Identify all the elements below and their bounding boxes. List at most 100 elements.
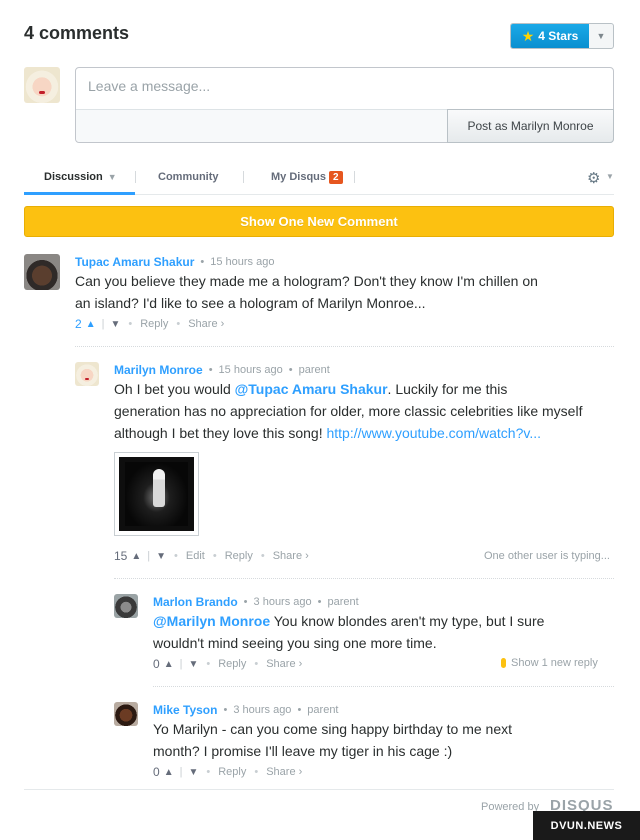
mention-link[interactable]: @Tupac Amaru Shakur <box>235 381 388 397</box>
message-input[interactable]: Leave a message... <box>88 78 210 94</box>
comment-actions: 0 ▲ | ▼ • Reply • Share › <box>153 657 303 671</box>
downvote-icon[interactable]: ▼ <box>156 551 166 562</box>
message-composer[interactable]: Leave a message... Post as Marilyn Monro… <box>75 67 614 143</box>
comment-line: an island? I'd like to see a hologram of… <box>75 295 426 311</box>
avatar[interactable] <box>24 254 60 290</box>
reply-link[interactable]: Reply <box>140 318 168 330</box>
video-frame <box>119 457 194 531</box>
chevron-down-icon: ▼ <box>107 172 117 182</box>
comment-divider <box>75 346 614 347</box>
share-link[interactable]: Share › <box>188 318 224 330</box>
stars-button[interactable]: ★ 4 Stars ▼ <box>510 23 614 49</box>
comment-meta: • 15 hours ago <box>200 256 275 268</box>
comment-body: Yo Marilyn - can you come sing happy bir… <box>153 718 613 762</box>
new-reply-label: Show 1 new reply <box>511 657 598 669</box>
share-link[interactable]: Share › <box>266 766 302 778</box>
downvote-icon[interactable]: ▼ <box>188 767 198 778</box>
comment-meta: • 3 hours ago • parent <box>223 704 339 716</box>
comment-time[interactable]: 3 hours ago <box>254 596 312 608</box>
footer-divider <box>24 789 614 790</box>
chevron-down-icon[interactable]: ▼ <box>589 24 613 48</box>
avatar[interactable] <box>114 702 138 726</box>
comment-line: month? I promise I'll leave my tiger in … <box>153 743 453 759</box>
stars-label: 4 Stars <box>538 29 579 43</box>
reply-link[interactable]: Reply <box>225 550 253 562</box>
vote-count: 0 <box>153 765 160 779</box>
tab-separator <box>135 171 136 183</box>
comment-body: @Marilyn Monroe You know blondes aren't … <box>153 610 613 654</box>
downvote-icon[interactable]: ▼ <box>188 659 198 670</box>
powered-by-label: Powered by <box>481 801 540 813</box>
comment-line: @Marilyn Monroe You know blondes aren't … <box>153 610 613 632</box>
comment-body: Can you believe they made me a hologram?… <box>75 270 595 314</box>
comment-actions: 2 ▲ | ▼ • Reply • Share › <box>75 317 225 331</box>
vote-count: 2 <box>75 317 82 331</box>
comment-actions: 15 ▲ | ▼ • Edit • Reply • Share › <box>114 549 309 563</box>
gear-icon[interactable]: ⚙ <box>587 169 600 187</box>
show-new-comment-button[interactable]: Show One New Comment <box>24 206 614 237</box>
tab-discussion-label: Discussion <box>44 171 103 183</box>
share-link[interactable]: Share › <box>266 658 302 670</box>
comment-line: Yo Marilyn - can you come sing happy bir… <box>153 721 513 737</box>
comment-divider <box>114 578 614 579</box>
comment-divider <box>153 686 614 687</box>
comment-author[interactable]: Tupac Amaru Shakur <box>75 255 194 269</box>
star-icon: ★ <box>521 28 535 44</box>
comment-line: although I bet they love this song! http… <box>114 422 614 444</box>
upvote-icon[interactable]: ▲ <box>164 659 174 670</box>
reply-link[interactable]: Reply <box>218 658 246 670</box>
comment-body: Oh I bet you would @Tupac Amaru Shakur. … <box>114 378 614 444</box>
comment-author[interactable]: Marilyn Monroe <box>114 363 203 377</box>
comment-text: Oh I bet you would <box>114 381 235 397</box>
mention-link[interactable]: @Marilyn Monroe <box>153 613 270 629</box>
watermark: DVUN.NEWS <box>533 811 640 840</box>
downvote-icon[interactable]: ▼ <box>110 319 120 330</box>
comment-author[interactable]: Marlon Brando <box>153 595 238 609</box>
video-thumbnail[interactable] <box>114 452 199 536</box>
vote-count: 0 <box>153 657 160 671</box>
upvote-icon[interactable]: ▲ <box>86 319 96 330</box>
comment-time[interactable]: 15 hours ago <box>219 364 283 376</box>
new-reply-indicator <box>501 658 506 668</box>
parent-link[interactable]: parent <box>328 596 359 608</box>
comment-time[interactable]: 15 hours ago <box>210 256 274 268</box>
edit-link[interactable]: Edit <box>186 550 205 562</box>
comment-meta: • 15 hours ago • parent <box>208 364 330 376</box>
tab-separator <box>354 171 355 183</box>
comment-author[interactable]: Mike Tyson <box>153 703 217 717</box>
active-tab-indicator <box>24 192 135 195</box>
share-link[interactable]: Share › <box>273 550 309 562</box>
comment-meta: • 3 hours ago • parent <box>243 596 359 608</box>
comment-line: wouldn't mind seeing you sing one more t… <box>153 635 437 651</box>
show-new-reply-link[interactable]: Show 1 new reply <box>501 657 598 669</box>
reply-link[interactable]: Reply <box>218 766 246 778</box>
comment-text: You know blondes aren't my type, but I s… <box>270 613 545 629</box>
comment-line: Can you believe they made me a hologram?… <box>75 273 538 289</box>
youtube-link[interactable]: http://www.youtube.com/watch?v... <box>326 425 541 441</box>
avatar[interactable] <box>75 362 99 386</box>
current-user-avatar <box>24 67 60 103</box>
parent-link[interactable]: parent <box>307 704 338 716</box>
stars-main[interactable]: ★ 4 Stars <box>511 24 589 48</box>
comment-line: Oh I bet you would @Tupac Amaru Shakur. … <box>114 378 614 400</box>
comment-count-title: 4 comments <box>24 23 130 43</box>
comment-text: . Luckily for me this <box>387 381 508 397</box>
notification-badge: 2 <box>329 171 343 184</box>
chevron-down-icon[interactable]: ▼ <box>606 172 614 181</box>
tab-community[interactable]: Community <box>158 171 219 183</box>
upvote-icon[interactable]: ▲ <box>131 551 141 562</box>
comment-line: generation has no appreciation for older… <box>114 403 583 419</box>
avatar[interactable] <box>114 594 138 618</box>
comment-actions: 0 ▲ | ▼ • Reply • Share › <box>153 765 303 779</box>
comment-time[interactable]: 3 hours ago <box>233 704 291 716</box>
vote-count: 15 <box>114 549 128 563</box>
tab-my-disqus[interactable]: My Disqus 2 <box>271 171 343 184</box>
parent-link[interactable]: parent <box>299 364 330 376</box>
tab-my-disqus-label: My Disqus <box>271 171 327 183</box>
tab-separator <box>243 171 244 183</box>
upvote-icon[interactable]: ▲ <box>164 767 174 778</box>
typing-indicator: One other user is typing... <box>484 550 610 562</box>
post-button[interactable]: Post as Marilyn Monroe <box>447 109 614 143</box>
tab-discussion[interactable]: Discussion ▼ <box>44 171 117 183</box>
comment-text: although I bet they love this song! <box>114 425 327 441</box>
